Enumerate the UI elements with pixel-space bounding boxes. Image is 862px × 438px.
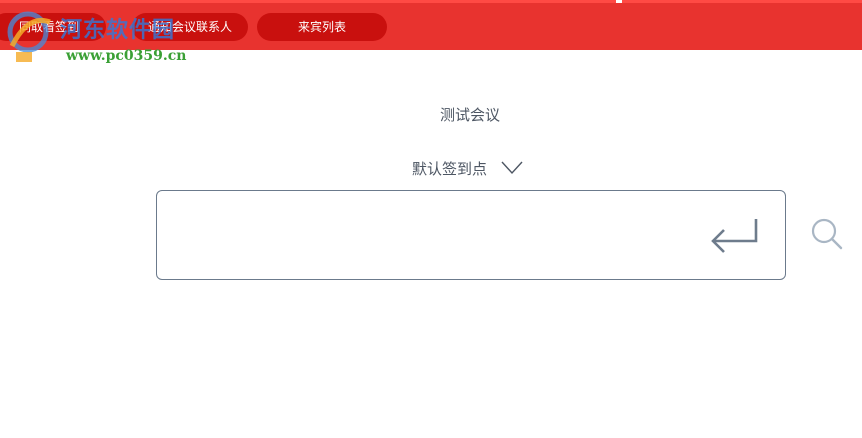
checkin-search-box — [156, 190, 786, 280]
watermark-url: www.pc0359.cn — [66, 48, 187, 64]
meeting-title: 测试会议 — [439, 106, 500, 124]
enter-return-icon[interactable] — [710, 217, 760, 255]
top-stripe — [0, 0, 862, 3]
top-nav-bar: 同取看签到 通知会议联系人 来宾列表 — [0, 0, 862, 50]
chevron-down-icon — [501, 161, 523, 175]
tab-guest-list[interactable]: 来宾列表 — [257, 13, 387, 41]
search-icon[interactable] — [810, 217, 844, 251]
top-stripe-gap — [616, 0, 622, 3]
signin-point-dropdown[interactable]: 默认签到点 — [412, 156, 523, 180]
tab-view-signin[interactable]: 同取看签到 — [0, 13, 106, 41]
checkin-search-input[interactable] — [171, 211, 691, 259]
tab-notify-contacts[interactable]: 通知会议联系人 — [132, 13, 248, 41]
signin-point-label: 默认签到点 — [412, 159, 488, 178]
